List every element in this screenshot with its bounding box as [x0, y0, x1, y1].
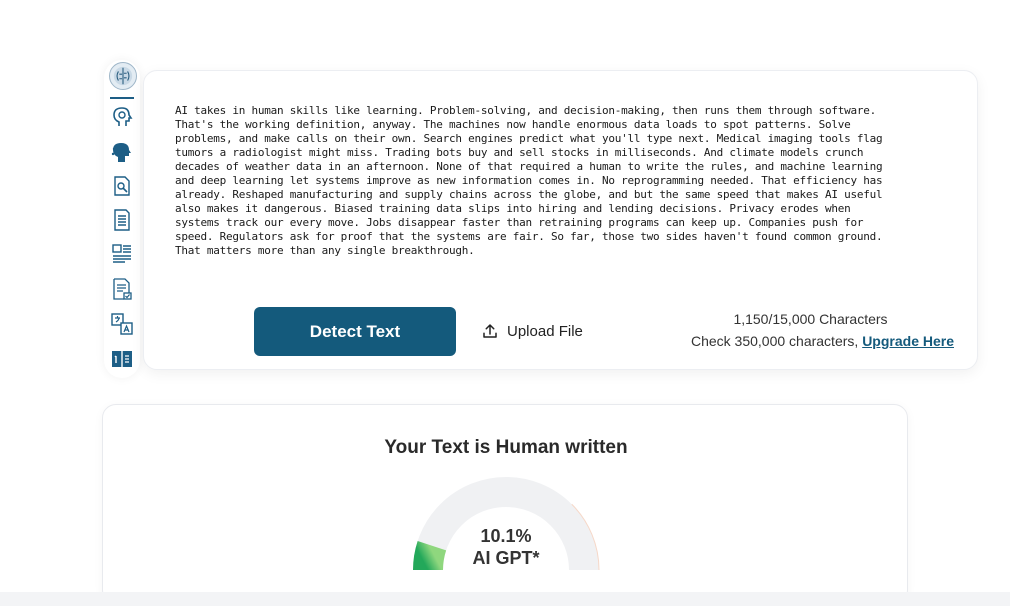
gauge-label: 10.1% AI GPT*	[103, 525, 907, 569]
bottom-scroll-bar	[0, 592, 1010, 606]
document-icon[interactable]	[109, 207, 135, 233]
brain-logo-icon[interactable]	[109, 62, 137, 90]
humanize-icon[interactable]	[109, 139, 135, 165]
detect-text-label: Detect Text	[309, 321, 401, 341]
translate-icon[interactable]	[109, 311, 135, 337]
image-text-icon[interactable]	[109, 241, 135, 267]
ai-label: AI GPT*	[472, 548, 540, 568]
compare-icon[interactable]	[109, 346, 135, 372]
upload-icon	[483, 324, 497, 338]
sidebar-active-divider	[110, 97, 134, 99]
tools-sidebar	[104, 60, 140, 378]
text-input-area[interactable]: AI takes in human skills like learning. …	[175, 104, 955, 258]
detect-text-button[interactable]: Detect Text	[254, 307, 456, 356]
document-check-icon[interactable]	[109, 276, 135, 302]
result-title: Your Text is Human written	[384, 437, 628, 458]
result-card: Your Text is Human written 10.1% AI GPT*	[102, 404, 908, 604]
page: AI takes in human skills like learning. …	[0, 0, 1010, 606]
ai-head-icon[interactable]	[109, 104, 135, 130]
ai-percent: 10.1%	[480, 526, 532, 546]
plagiarism-icon[interactable]	[109, 173, 135, 199]
upload-file-button[interactable]: Upload File	[481, 320, 583, 342]
upgrade-notice-text: Check 350,000 characters,	[690, 333, 863, 349]
character-count: 1,150/15,000 Characters	[733, 311, 888, 327]
upload-file-label: Upload File	[507, 322, 583, 340]
text-input-card: AI takes in human skills like learning. …	[143, 70, 978, 370]
upgrade-notice: Check 350,000 characters, Upgrade Here	[664, 333, 954, 349]
upgrade-link[interactable]: Upgrade Here	[862, 333, 954, 349]
